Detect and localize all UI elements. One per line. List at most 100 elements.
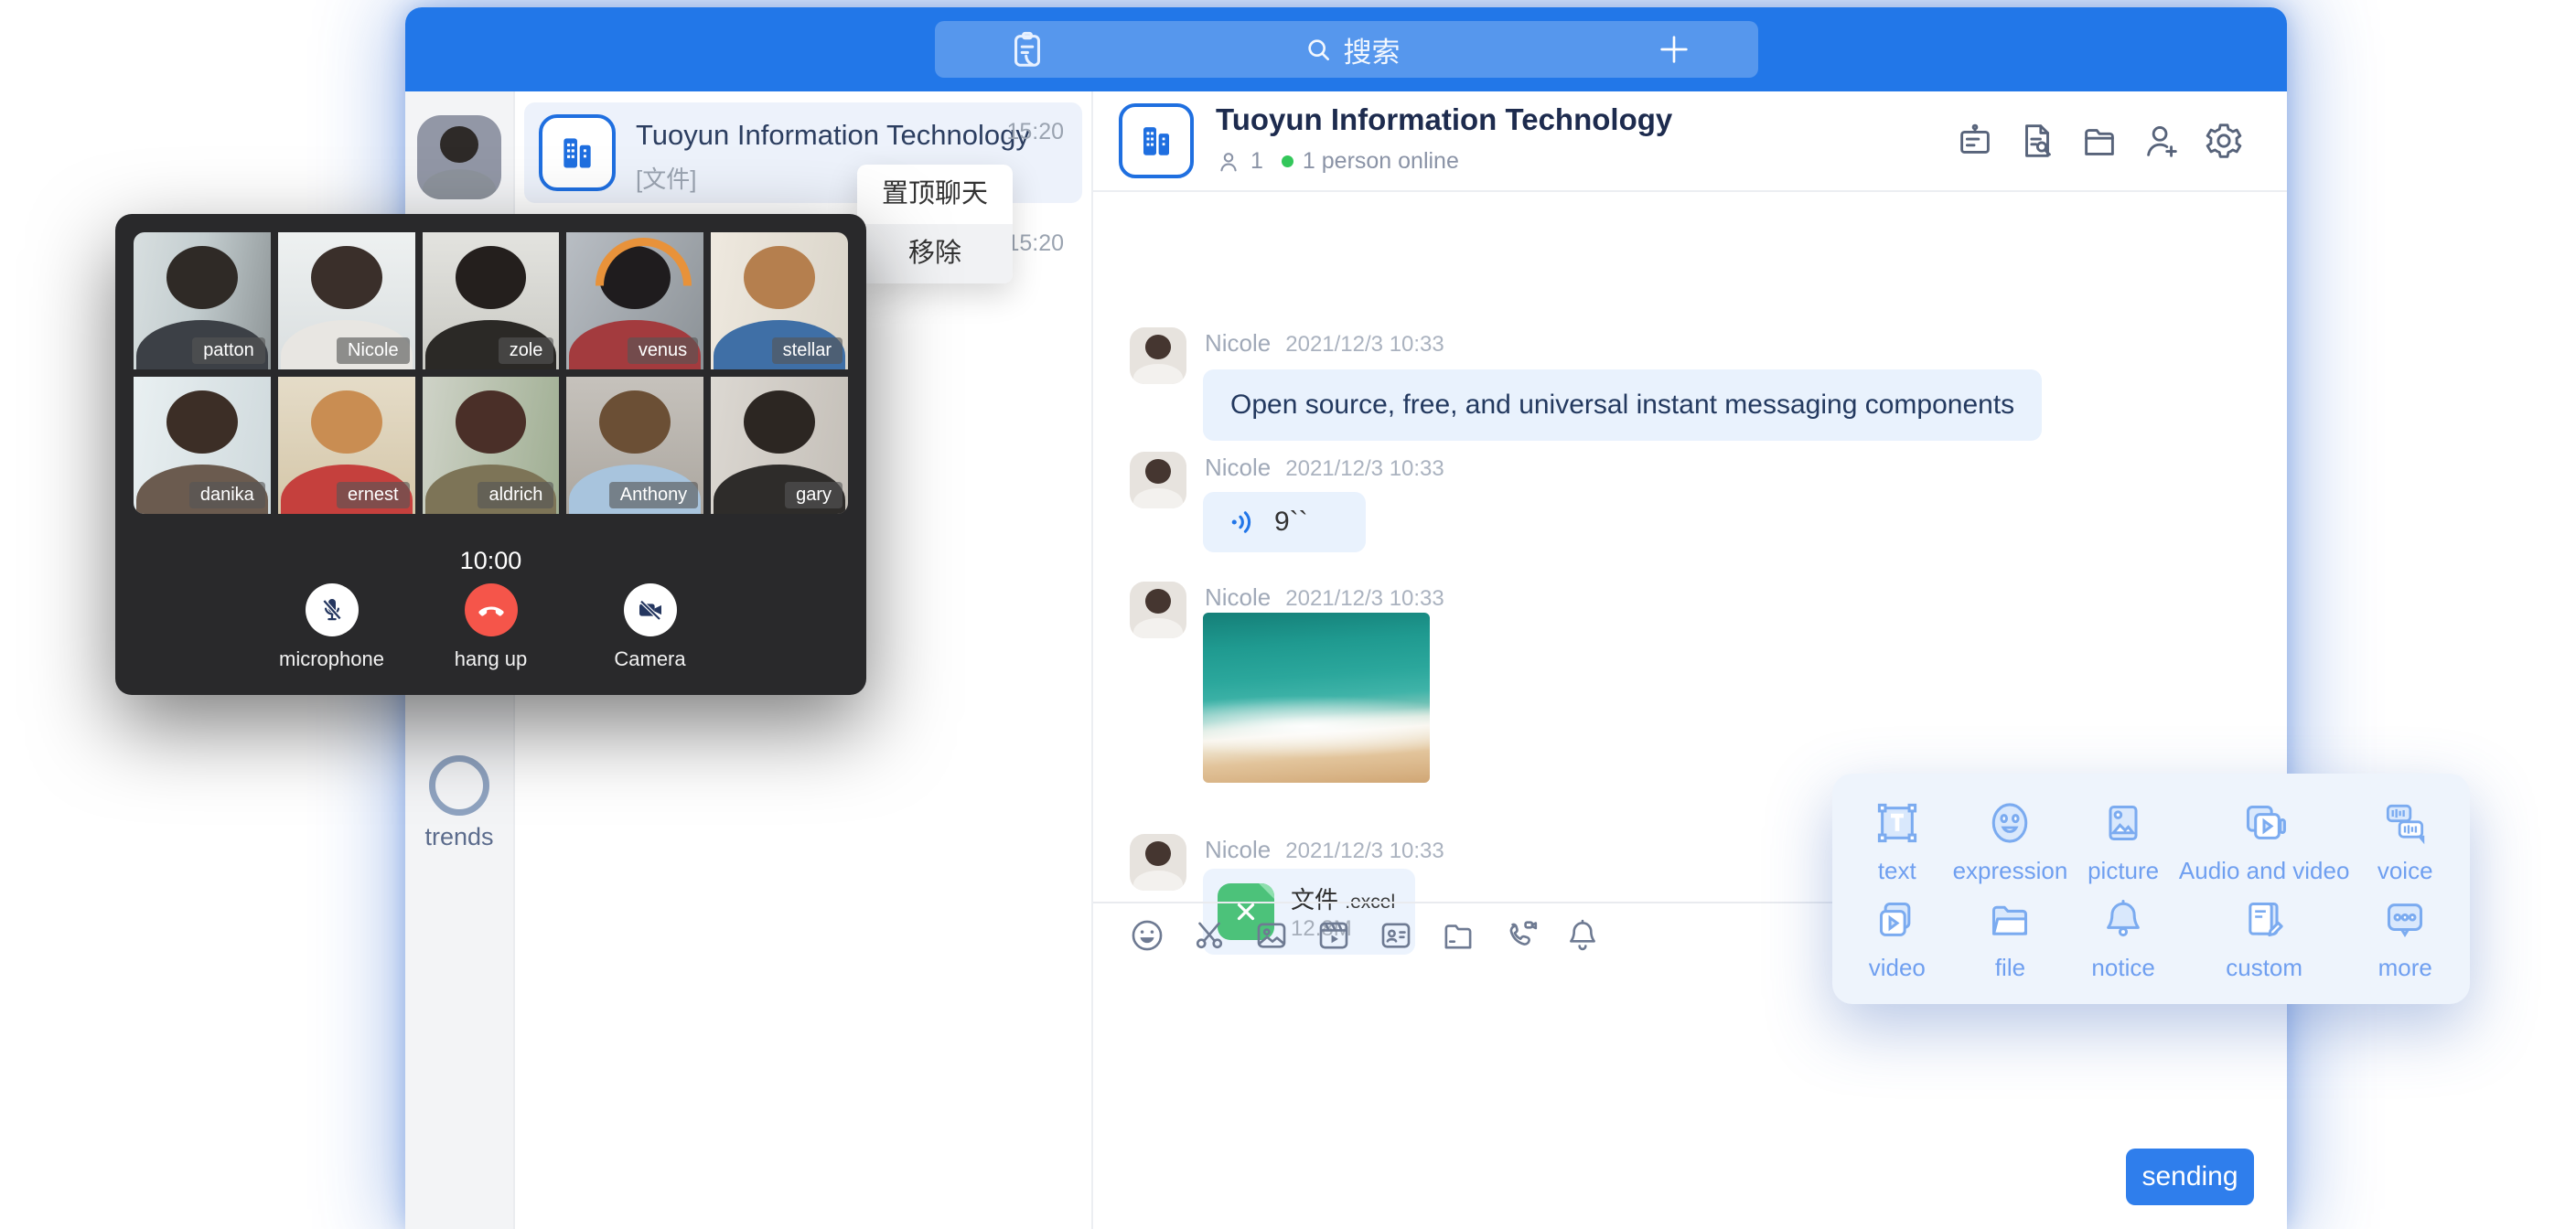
video-tile: zole: [423, 232, 560, 369]
call-timer: 10:00: [115, 547, 866, 575]
settings-gear-icon[interactable]: [2203, 120, 2245, 162]
screenshot-scissors-icon[interactable]: [1190, 916, 1229, 955]
conversation-time: 15:20: [1006, 119, 1064, 145]
sidebar-item-trends[interactable]: trends: [405, 755, 513, 851]
panel-item-picture[interactable]: picture: [2067, 792, 2179, 889]
camera-off-icon: [636, 595, 665, 625]
chat-avatar: [1119, 103, 1194, 178]
panel-item-file[interactable]: file: [1953, 889, 2068, 986]
search-field[interactable]: 搜索: [1048, 29, 1656, 70]
video-tile: danika: [134, 377, 271, 514]
file-name: 文件 .excel: [1291, 882, 1395, 915]
notification-bell-icon[interactable]: [1563, 916, 1602, 955]
video-tile: ernest: [278, 377, 415, 514]
search-placeholder: 搜索: [1344, 29, 1401, 70]
headphones: [575, 232, 703, 354]
custom-icon: [2238, 893, 2291, 946]
sender-avatar[interactable]: [1130, 834, 1186, 891]
chat-panel: Tuoyun Information Technology 1 1 person…: [1093, 91, 2287, 1229]
expression-icon: [1983, 796, 2036, 850]
sender-avatar[interactable]: [1130, 327, 1186, 384]
panel-item-expression[interactable]: expression: [1953, 792, 2068, 889]
chat-header: Tuoyun Information Technology 1 1 person…: [1093, 91, 2287, 192]
microphone-toggle-button[interactable]: microphone: [278, 583, 386, 671]
panel-item-custom[interactable]: custom: [2179, 889, 2349, 986]
video-tile: aldrich: [423, 377, 560, 514]
participant-name: zole: [499, 337, 554, 364]
contact-card-icon[interactable]: [1377, 916, 1415, 955]
top-bar: 搜索: [405, 7, 2287, 91]
call-log-icon[interactable]: [1006, 28, 1048, 70]
group-files-icon[interactable]: [2078, 120, 2120, 162]
building-icon: [1137, 122, 1175, 160]
add-member-icon[interactable]: [2141, 120, 2183, 162]
mic-off-icon: [317, 595, 347, 625]
hang-up-icon: [476, 594, 507, 625]
composer-panel: text expression picture: [1832, 774, 2470, 1004]
video-tile: patton: [134, 232, 271, 369]
participant-name: stellar: [772, 337, 843, 364]
sender-avatar[interactable]: [1130, 452, 1186, 508]
video-tile: Anthony: [566, 377, 703, 514]
message-meta: Nicole2021/12/3 10:33: [1205, 329, 1444, 358]
participant-grid: patton Nicole zole venus stellar danika …: [134, 232, 848, 514]
group-notice-icon[interactable]: [1954, 120, 1996, 162]
chat-title: Tuoyun Information Technology: [1216, 102, 1672, 137]
text-icon: [1871, 796, 1924, 850]
my-avatar[interactable]: [417, 115, 501, 199]
members-icon: [1216, 149, 1241, 175]
panel-item-video[interactable]: video: [1841, 889, 1953, 986]
trends-icon: [429, 755, 489, 816]
menu-item-remove[interactable]: 移除: [857, 224, 1013, 283]
panel-item-voice[interactable]: voice: [2349, 792, 2461, 889]
panel-item-audio-video[interactable]: Audio and video: [2179, 792, 2349, 889]
building-icon: [557, 133, 597, 173]
composer-toolbar: [1128, 916, 1602, 955]
more-icon: [2378, 893, 2431, 946]
voice-message-bubble[interactable]: 9``: [1203, 492, 1366, 552]
call-icon[interactable]: [1501, 916, 1540, 955]
participant-name: aldrich: [478, 482, 553, 508]
search-bar[interactable]: 搜索: [935, 21, 1758, 78]
search-icon: [1304, 35, 1333, 64]
group-avatar: [539, 114, 616, 191]
audio-video-icon: [2238, 796, 2291, 850]
conversation-time: 15:20: [1006, 230, 1064, 257]
menu-item-pin-chat[interactable]: 置顶聊天: [857, 165, 1013, 224]
sender-avatar[interactable]: [1130, 582, 1186, 638]
notice-icon: [2097, 893, 2150, 946]
voice-duration: 9``: [1274, 507, 1308, 538]
video-tile: Nicole: [278, 232, 415, 369]
send-button[interactable]: sending: [2126, 1149, 2254, 1205]
panel-item-more[interactable]: more: [2349, 889, 2461, 986]
picture-icon: [2097, 796, 2150, 850]
hang-up-button[interactable]: hang up: [437, 583, 545, 671]
plus-icon[interactable]: [1656, 31, 1692, 68]
participant-name: patton: [192, 337, 265, 364]
member-count: 1: [1250, 148, 1263, 175]
send-video-icon[interactable]: [1315, 916, 1353, 955]
send-picture-icon[interactable]: [1252, 916, 1291, 955]
page: 搜索 trends: [0, 0, 2576, 1229]
chat-subtitle: 1 1 person online: [1216, 148, 1459, 175]
video-tile: gary: [711, 377, 848, 514]
participant-name: gary: [785, 482, 843, 508]
voice-wave-icon: [1227, 506, 1260, 539]
participant-name: venus: [628, 337, 698, 364]
panel-item-text[interactable]: text: [1841, 792, 1953, 889]
emoji-icon[interactable]: [1128, 916, 1166, 955]
chat-record-search-icon[interactable]: [2016, 120, 2058, 162]
voice-icon: [2378, 796, 2431, 850]
online-status: 1 person online: [1303, 148, 1459, 175]
image-message[interactable]: [1203, 613, 1430, 783]
conversation-title: Tuoyun Information Technology: [636, 119, 1030, 152]
video-icon: [1871, 893, 1924, 946]
video-call-window: patton Nicole zole venus stellar danika …: [115, 214, 866, 695]
text-message-bubble: Open source, free, and universal instant…: [1203, 369, 2042, 441]
message-meta: Nicole2021/12/3 10:33: [1205, 583, 1444, 612]
send-file-icon[interactable]: [1439, 916, 1477, 955]
online-dot: [1282, 155, 1293, 167]
panel-item-notice[interactable]: notice: [2067, 889, 2179, 986]
message-meta: Nicole2021/12/3 10:33: [1205, 454, 1444, 482]
camera-toggle-button[interactable]: Camera: [596, 583, 704, 671]
